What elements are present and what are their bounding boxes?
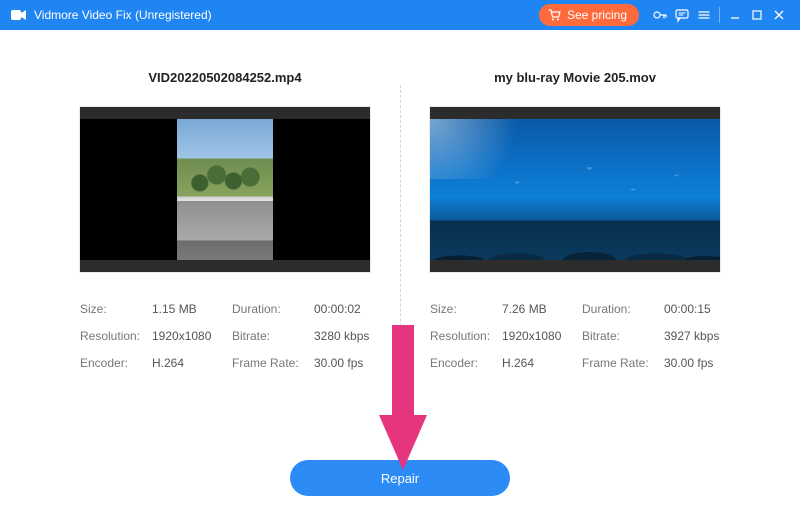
info-value: 7.26 MB [502, 302, 582, 316]
see-pricing-button[interactable]: See pricing [539, 4, 639, 26]
app-title: Vidmore Video Fix (Unregistered) [34, 8, 212, 22]
left-filename: VID20220502084252.mp4 [148, 70, 301, 85]
close-button[interactable] [768, 0, 790, 30]
info-label: Encoder: [80, 356, 152, 370]
main-content: VID20220502084252.mp4 Size: 1.15 MB Dura… [0, 30, 800, 516]
app-logo-icon [10, 6, 28, 24]
info-label: Resolution: [80, 329, 152, 343]
titlebar: Vidmore Video Fix (Unregistered) See pri… [0, 0, 800, 30]
info-value: 00:00:02 [314, 302, 370, 316]
info-value: 30.00 fps [314, 356, 370, 370]
info-value: 3927 kbps [664, 329, 720, 343]
vertical-divider [400, 85, 401, 411]
right-video-column: my blu-ray Movie 205.mov Size: 7.26 MB D… [400, 70, 750, 516]
repair-button-label: Repair [381, 471, 419, 486]
info-label: Size: [430, 302, 502, 316]
repair-button[interactable]: Repair [290, 460, 510, 496]
minimize-button[interactable] [724, 0, 746, 30]
titlebar-separator [719, 7, 720, 23]
feedback-icon[interactable] [671, 0, 693, 30]
info-label: Frame Rate: [582, 356, 664, 370]
left-video-info: Size: 1.15 MB Duration: 00:00:02 Resolut… [80, 302, 370, 370]
cart-icon [547, 7, 563, 23]
info-value: 1.15 MB [152, 302, 232, 316]
see-pricing-label: See pricing [567, 4, 627, 26]
info-value: 3280 kbps [314, 329, 370, 343]
info-label: Bitrate: [582, 329, 664, 343]
info-value: 1920x1080 [152, 329, 232, 343]
info-label: Resolution: [430, 329, 502, 343]
info-label: Frame Rate: [232, 356, 314, 370]
info-label: Duration: [232, 302, 314, 316]
info-value: H.264 [152, 356, 232, 370]
right-video-thumbnail[interactable] [430, 107, 720, 272]
info-value: H.264 [502, 356, 582, 370]
info-label: Size: [80, 302, 152, 316]
info-label: Encoder: [430, 356, 502, 370]
right-video-info: Size: 7.26 MB Duration: 00:00:15 Resolut… [430, 302, 720, 370]
info-value: 00:00:15 [664, 302, 720, 316]
left-video-column: VID20220502084252.mp4 Size: 1.15 MB Dura… [50, 70, 400, 516]
key-icon[interactable] [649, 0, 671, 30]
left-video-thumbnail[interactable] [80, 107, 370, 272]
info-value: 1920x1080 [502, 329, 582, 343]
info-label: Bitrate: [232, 329, 314, 343]
right-filename: my blu-ray Movie 205.mov [494, 70, 656, 85]
maximize-button[interactable] [746, 0, 768, 30]
menu-icon[interactable] [693, 0, 715, 30]
info-value: 30.00 fps [664, 356, 720, 370]
info-label: Duration: [582, 302, 664, 316]
